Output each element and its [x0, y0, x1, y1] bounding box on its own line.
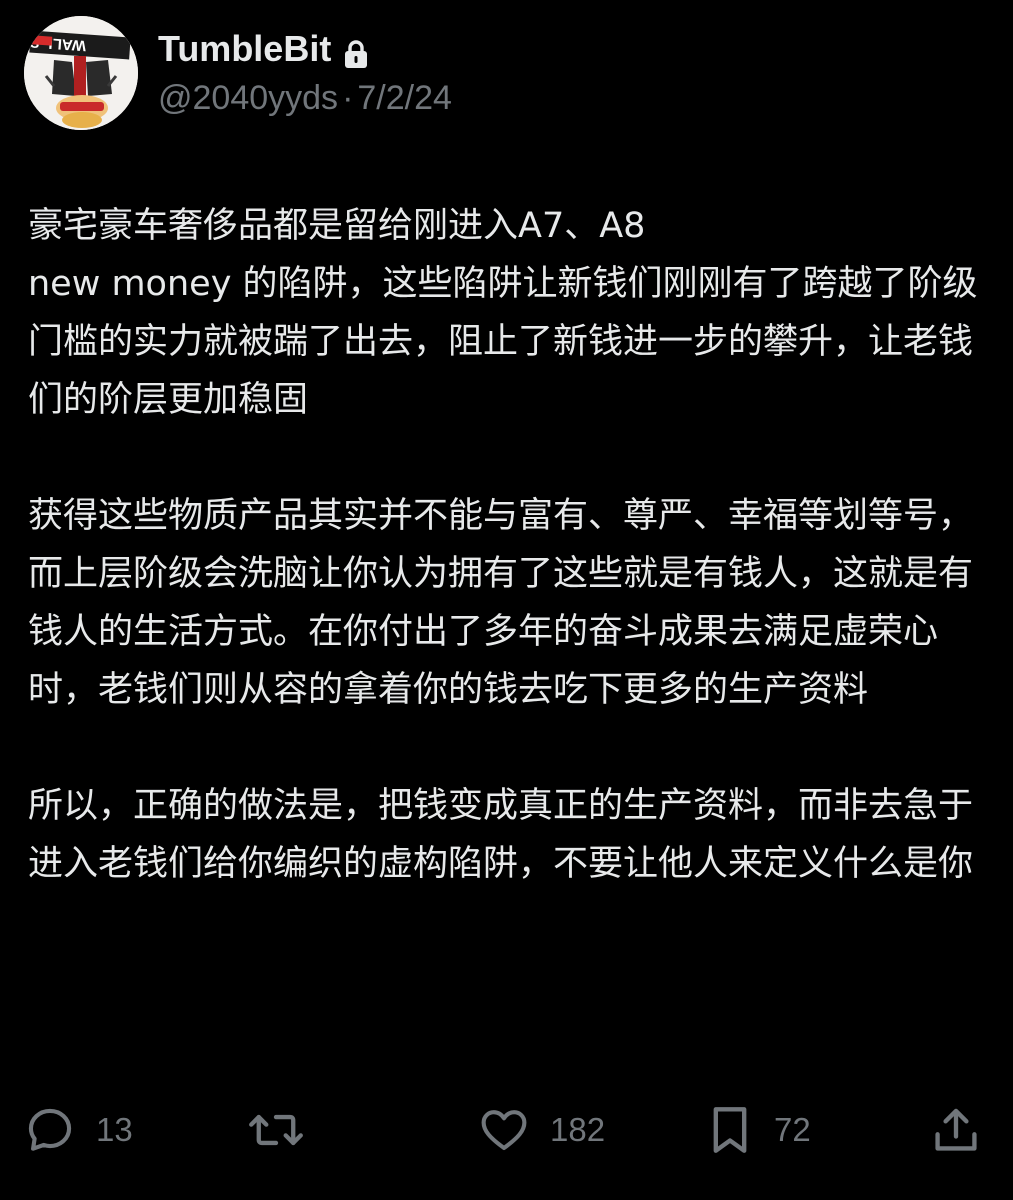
avatar[interactable]: WALL ST — [24, 16, 138, 130]
meta-separator: · — [342, 79, 354, 117]
reply-count: 13 — [96, 1111, 133, 1148]
tweet-paragraph-2: 获得这些物质产品其实并不能与富有、尊严、幸福等划等号，而上层阶级会洗脑让你认为拥… — [28, 496, 974, 710]
bookmark-count: 72 — [774, 1111, 811, 1148]
avatar-image: WALL ST — [24, 16, 138, 130]
action-bar: 13 182 72 — [0, 1100, 1013, 1160]
retweet-button[interactable] — [248, 1100, 324, 1160]
post-date[interactable]: 7/2/24 — [357, 79, 452, 117]
bookmark-button[interactable]: 72 — [706, 1100, 811, 1160]
like-button[interactable]: 182 — [478, 1100, 605, 1160]
author-meta: @2040yyds · 7/2/24 — [158, 76, 452, 120]
heart-icon — [481, 1110, 527, 1151]
retweet-icon — [249, 1114, 303, 1146]
tweet-paragraph-3: 所以，正确的做法是，把钱变成真正的生产资料，而非去急于进入老钱们给你编织的虚构陷… — [28, 786, 974, 884]
like-count: 182 — [550, 1111, 606, 1148]
reply-icon — [28, 1108, 72, 1151]
bookmark-icon — [713, 1107, 747, 1153]
author-display-name[interactable]: TumbleBit — [158, 26, 331, 72]
share-icon — [935, 1108, 977, 1151]
tweet-paragraph-1: 豪宅豪车奢侈品都是留给刚进入A7、A8 new money 的陷阱，这些陷阱让新… — [28, 206, 978, 420]
author-handle[interactable]: @2040yyds — [158, 79, 338, 117]
share-button[interactable] — [930, 1100, 982, 1160]
author-display-name-row[interactable]: TumbleBit — [158, 26, 369, 72]
lock-icon — [343, 34, 369, 68]
tweet-text: 豪宅豪车奢侈品都是留给刚进入A7、A8 new money 的陷阱，这些陷阱让新… — [28, 197, 993, 893]
reply-button[interactable]: 13 — [24, 1100, 133, 1160]
